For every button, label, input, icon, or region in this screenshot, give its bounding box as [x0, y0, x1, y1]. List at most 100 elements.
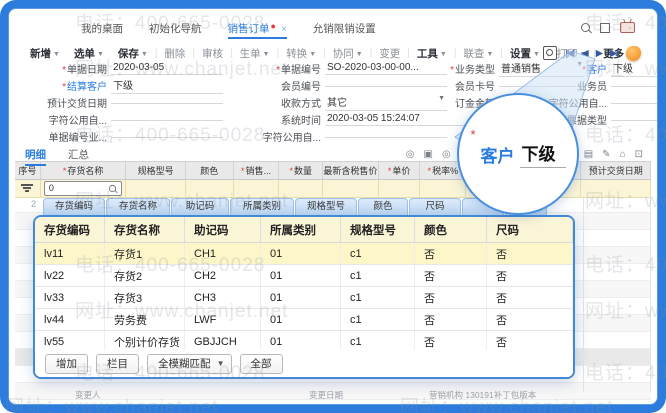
popup-column-header[interactable]: 存货编码: [35, 217, 105, 242]
custom-field-4[interactable]: [325, 136, 447, 138]
dropdown-column-header: 规格型号: [295, 198, 357, 215]
status-bar: 变更人 变更日期 营销机构 130191补丁包版本: [9, 389, 657, 402]
toolbar-item-8[interactable]: 变更: [372, 46, 407, 61]
prev-record-icon[interactable]: ◀: [581, 48, 587, 59]
grid-column-header[interactable]: *单价: [379, 162, 421, 179]
match-mode-select[interactable]: 全模糊匹配▼: [147, 354, 232, 374]
member-no-label: 会员编号: [241, 78, 321, 93]
target-icon[interactable]: ◎: [442, 149, 451, 164]
assistant-mascot-icon[interactable]: [626, 46, 641, 61]
salesman-label: 业务员: [529, 78, 607, 93]
popup-item-row[interactable]: lv22存货2CH201c1否否: [35, 265, 573, 287]
toolbar-item-1[interactable]: 选单▼: [67, 46, 111, 61]
toolbar-item-11[interactable]: 设置▼: [503, 46, 547, 61]
query-doc-icon[interactable]: [543, 46, 557, 60]
order-date-field[interactable]: 2020-03-05: [111, 62, 223, 75]
popup-item-row[interactable]: lv44劳务费LWF01c1否否: [35, 309, 573, 331]
item-picker-popup: 存货编码存货名称助记码所属类别规格型号颜色尺码 lv11存货1CH101c1否否…: [33, 215, 575, 379]
toolbar-item-6[interactable]: 转换▼: [279, 46, 323, 61]
tab-summary[interactable]: 汇总: [68, 147, 89, 166]
toolbar-item-9[interactable]: 工具▼: [410, 46, 454, 61]
grid-column-header[interactable]: *销售...: [234, 162, 280, 179]
grid-column-header[interactable]: 预计交货日期: [581, 162, 651, 179]
magnifier-callout: * 客户 下级: [457, 93, 579, 215]
popup-cell: GBJJCH: [185, 331, 261, 352]
card-view-icon[interactable]: ▤: [584, 149, 593, 164]
changer-label: 变更人: [75, 389, 101, 401]
home-icon[interactable]: ⌂: [620, 149, 626, 164]
expected-date-field[interactable]: [111, 102, 223, 104]
chevron-down-icon: ▼: [533, 51, 540, 58]
popup-cell: 否: [487, 287, 573, 308]
settle-customer-field[interactable]: 下级: [111, 77, 223, 94]
toolbar-item-5[interactable]: 生单▼: [233, 46, 277, 61]
popup-column-header[interactable]: 尺码: [487, 217, 573, 242]
toolbar-item-4[interactable]: 审核: [195, 46, 230, 61]
search-icon: [109, 185, 116, 192]
popup-column-header[interactable]: 所属类别: [261, 217, 341, 242]
popup-cell: 01: [261, 287, 341, 308]
filter-icon[interactable]: [21, 184, 33, 193]
all-button[interactable]: 全部: [240, 354, 283, 374]
popup-column-header[interactable]: 规格型号: [341, 217, 415, 242]
popup-column-header[interactable]: 助记码: [185, 217, 261, 242]
bill-type-field[interactable]: [611, 119, 657, 121]
popup-cell: 否: [487, 265, 573, 286]
dropdown-column-header: 助记码: [171, 198, 229, 215]
custom-field-2[interactable]: [111, 119, 223, 121]
popup-cell: lv22: [35, 265, 105, 286]
toolbar-item-2[interactable]: 保存▼: [111, 46, 155, 61]
dropdown-column-header: 所属类别: [230, 198, 294, 215]
popup-column-header[interactable]: 存货名称: [105, 217, 185, 242]
chevron-down-icon: ▼: [263, 51, 270, 58]
popup-cell: 存货2: [105, 265, 185, 286]
video-help-icon[interactable]: [620, 22, 635, 33]
fullscreen-icon[interactable]: [600, 23, 610, 33]
popup-column-header[interactable]: 颜色: [415, 217, 487, 242]
grid-column-header[interactable]: 最新含税售价: [323, 162, 379, 179]
last-record-icon[interactable]: ▶|: [610, 48, 618, 59]
app-window: 我的桌面 初始化导航 销售订单●× 允销限销设置 新增▼选单▼保存▼|删除|审核…: [8, 8, 658, 405]
grid-column-header[interactable]: 规格型号: [126, 162, 186, 179]
toolbar-item-7[interactable]: 协同▼: [326, 46, 370, 61]
custom-field-1[interactable]: [611, 102, 657, 104]
popup-cell: 劳务费: [105, 309, 185, 330]
search-icon[interactable]: [581, 23, 590, 32]
salesman-field[interactable]: [611, 85, 657, 87]
next-record-icon[interactable]: ▶: [596, 48, 602, 59]
add-button[interactable]: 增加: [45, 354, 88, 374]
edit-icon[interactable]: ✎: [602, 149, 610, 164]
grid-column-header[interactable]: 颜色: [186, 162, 234, 179]
locate-icon[interactable]: ◎: [406, 149, 415, 164]
toolbar-item-3[interactable]: 删除: [157, 46, 192, 61]
item-search-input[interactable]: 0: [44, 181, 122, 196]
dropdown-column-header: 尺码: [409, 198, 461, 215]
order-no-label: *单据编号: [241, 61, 321, 76]
popup-item-row[interactable]: lv33存货3CH301c1否否: [35, 287, 573, 309]
columns-button[interactable]: 栏目: [96, 354, 139, 374]
tab-init-nav[interactable]: 初始化导航: [149, 19, 202, 39]
toolbar-item-10[interactable]: 联查▼: [456, 46, 500, 61]
column-divider: [583, 196, 584, 392]
first-record-icon[interactable]: |◀: [565, 48, 573, 59]
tab-detail[interactable]: 明细: [25, 147, 46, 166]
maximize-icon[interactable]: ⊡: [635, 149, 643, 164]
tab-sales-order[interactable]: 销售订单●×: [228, 19, 287, 39]
column-divider: [650, 196, 651, 392]
popup-cell: 01: [261, 265, 341, 286]
close-tab-icon[interactable]: ×: [281, 24, 287, 35]
custom-field-3[interactable]: [111, 136, 223, 138]
grid-column-header[interactable]: *数量: [279, 162, 323, 179]
toolbar-item-0[interactable]: 新增▼: [23, 46, 67, 61]
popup-cell: 否: [415, 331, 487, 352]
popup-cell: lv55: [35, 331, 105, 352]
tab-my-desktop[interactable]: 我的桌面: [81, 19, 123, 39]
tab-sales-order-label: 销售订单: [228, 23, 270, 35]
member-card-label: 会员卡号: [417, 78, 495, 93]
customer-field[interactable]: 下级: [611, 60, 657, 77]
popup-item-row[interactable]: lv11存货1CH101c1否否: [35, 243, 573, 265]
tab-sales-limit[interactable]: 允销限销设置: [313, 19, 376, 39]
popup-header-row: 存货编码存货名称助记码所属类别规格型号颜色尺码: [35, 217, 573, 243]
scan-icon[interactable]: ▣: [424, 149, 433, 164]
popup-cell: LWF: [185, 309, 261, 330]
